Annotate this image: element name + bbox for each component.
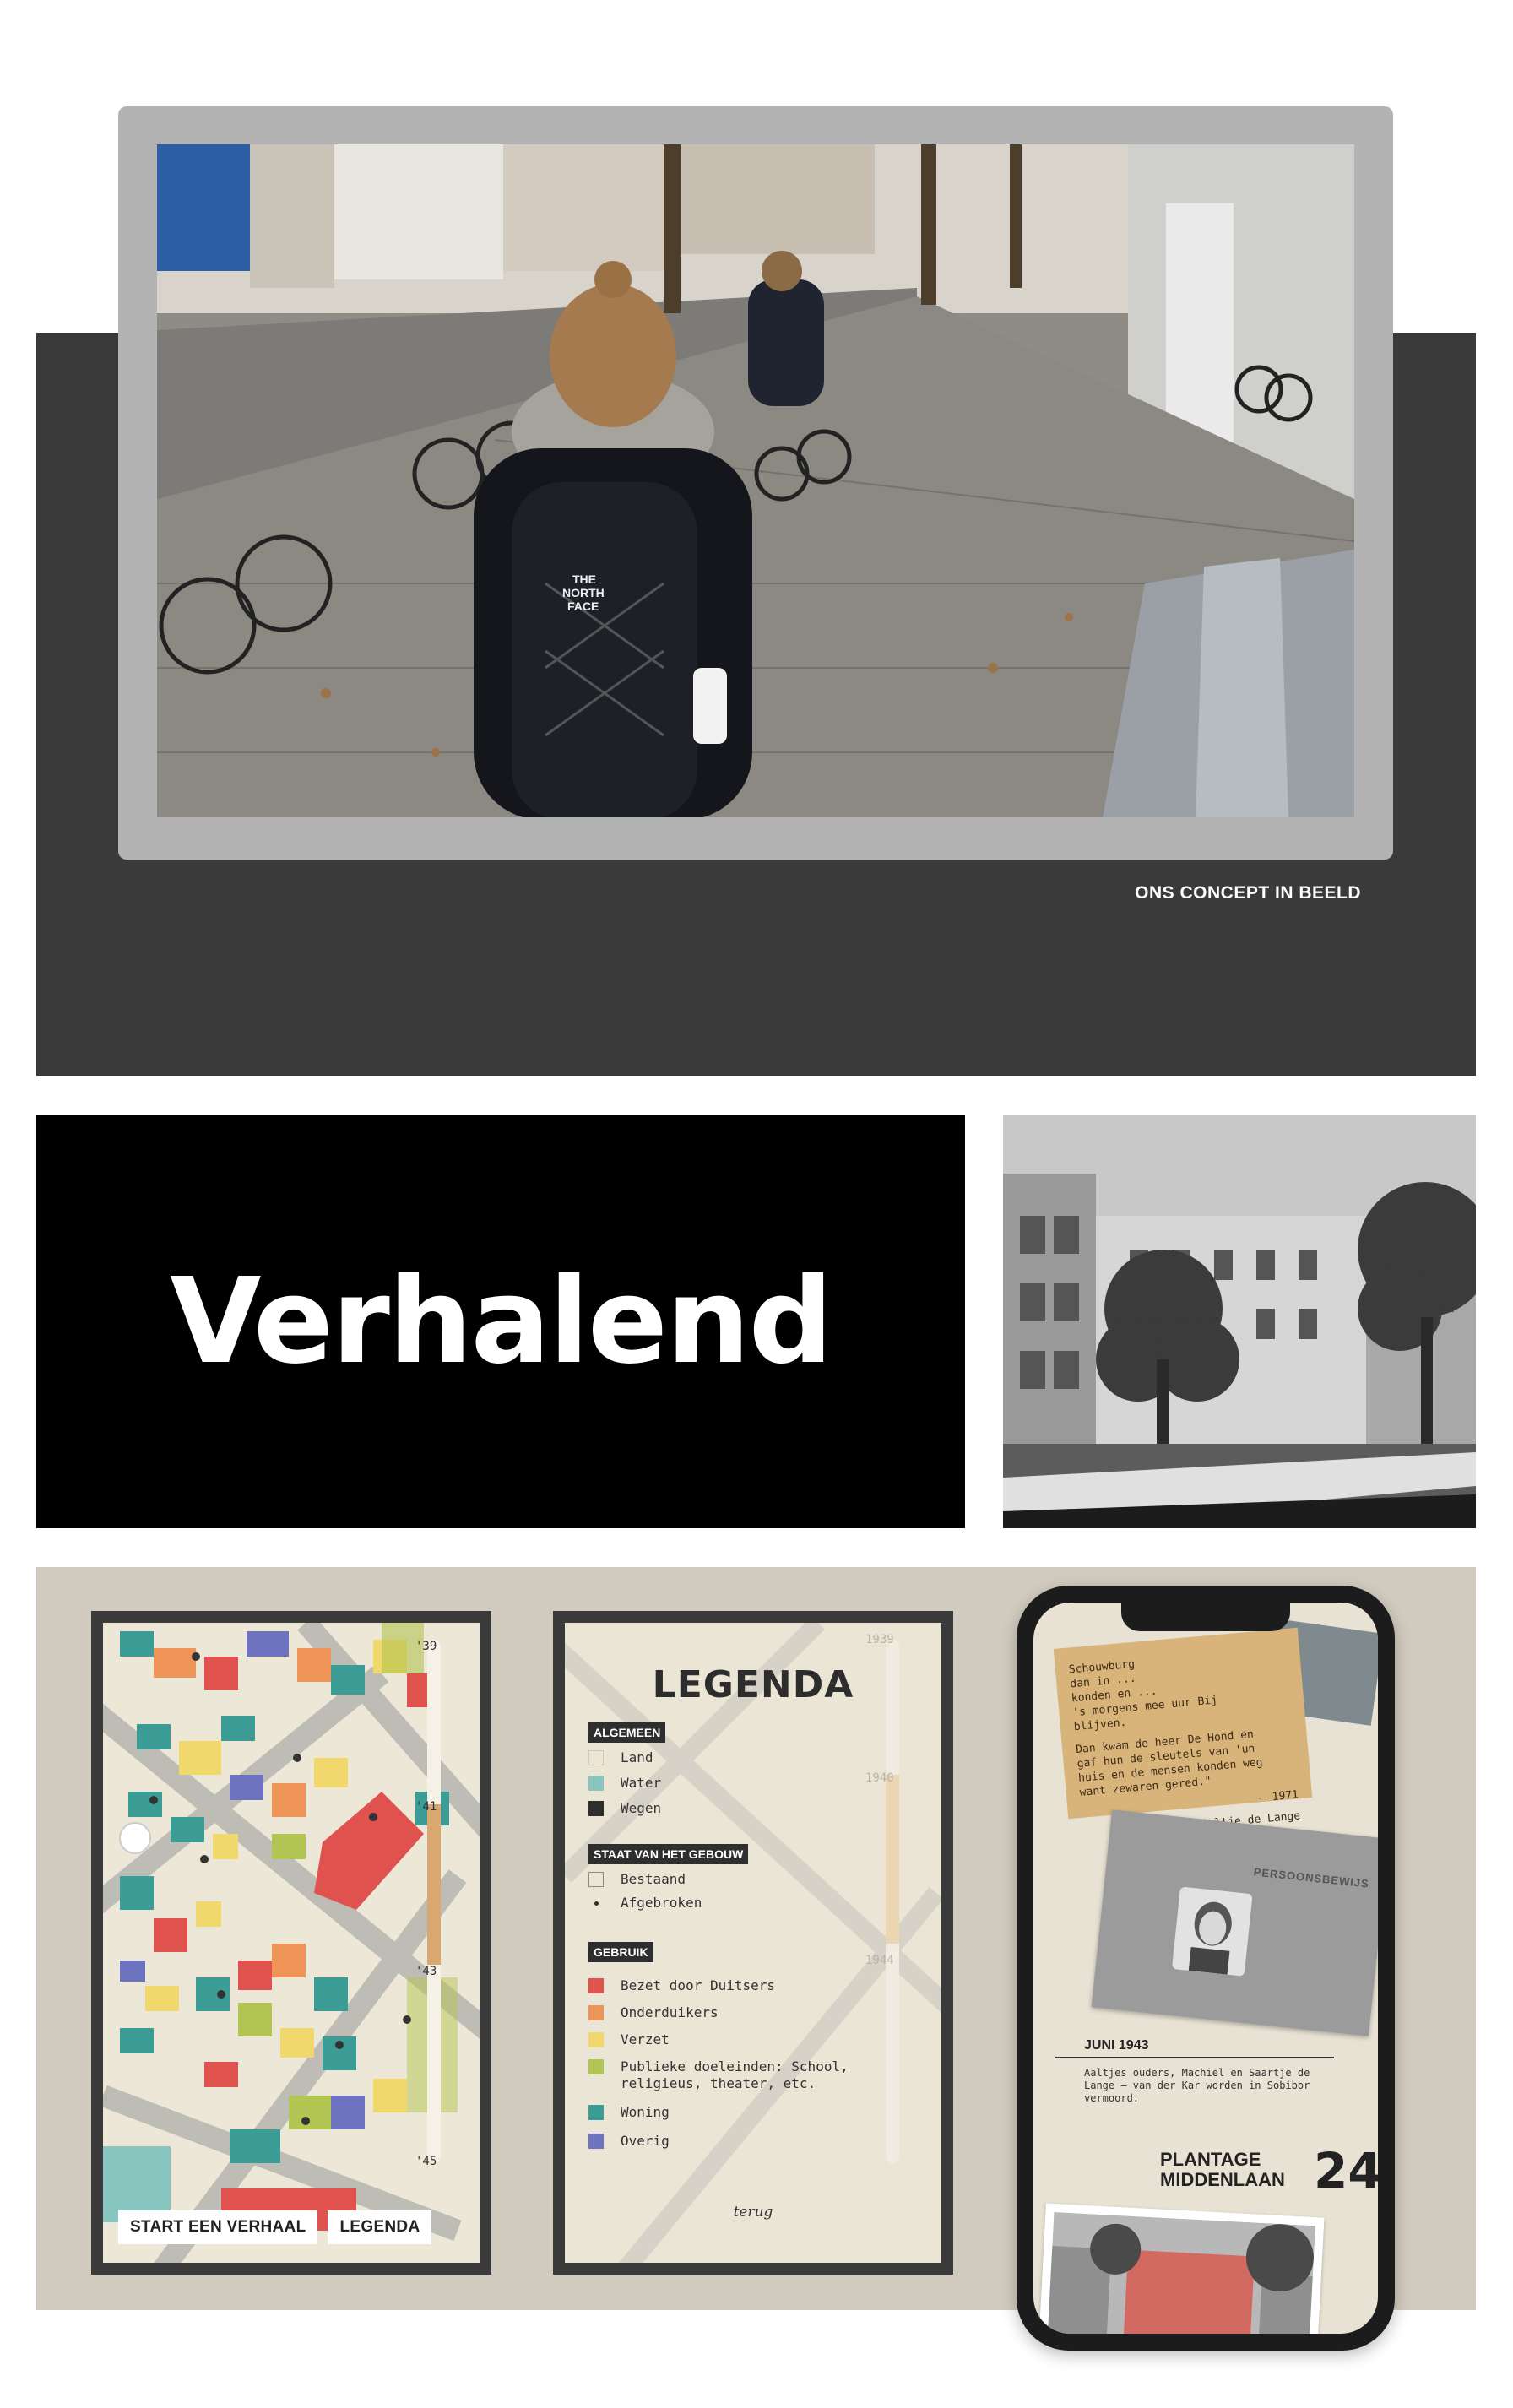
start-story-button[interactable]: START EEN VERHAAL [118,2210,318,2244]
street-scene-illustration: THE NORTH FACE [157,144,1354,817]
legend-item-roads: Wegen [588,1800,661,1817]
legend-title: LEGENDA [652,1663,854,1706]
legend-section-use: GEBRUIK [588,1942,653,1962]
building-photo [1038,2203,1325,2334]
timeline-year-45: '45 [415,2155,437,2168]
legend-screen: 1939 1940 1944 LEGENDA ALGEMEEN Land Wat… [553,1611,953,2275]
timeline-year-41: '41 [415,1800,437,1814]
legend-year-1939: 1939 [865,1633,894,1646]
identity-card: PERSOONSBEWIJS [1091,1809,1378,2036]
legend-item-land: Land [588,1749,653,1766]
story-letter: Schouwburg dan in ... konden en ... 's m… [1053,1627,1313,1830]
phone-notch [1121,1603,1290,1631]
legend-item-hiders: Onderduikers [588,2004,719,2021]
legend-item-housing: Woning [588,2104,670,2121]
concept-caption: ONS CONCEPT IN BEELD [1135,883,1361,903]
legend-section-building-state: STAAT VAN HET GEBOUW [588,1844,749,1864]
svg-text:FACE: FACE [567,599,599,613]
date-divider [1055,2057,1334,2058]
map-view: '39 '41 '43 '45 START EEN VERHAAL LEGEND… [103,1623,480,2263]
street-photo: THE NORTH FACE [157,144,1354,817]
theater-building-illustration [1003,1115,1476,1528]
story-address: PLANTAGE MIDDENLAAN 24 [1160,2142,1378,2199]
map-actions: START EEN VERHAAL LEGENDA [118,2210,432,2244]
back-link[interactable]: terug [565,2204,941,2221]
map-screen: '39 '41 '43 '45 START EEN VERHAAL LEGEND… [91,1611,491,2275]
story-event: Aaltjes ouders, Machiel en Saartje de La… [1084,2067,1310,2104]
phone-story-view: Schouwburg dan in ... konden en ... 's m… [1033,1603,1378,2334]
phone-mockup: Schouwburg dan in ... konden en ... 's m… [1017,1586,1395,2351]
page-title: Verhalend [170,1252,833,1391]
legend-item-water: Water [588,1775,661,1792]
legend-section-general: ALGEMEEN [588,1722,666,1743]
story-date: JUNI 1943 [1084,2038,1149,2053]
legend-item-public: Publieke doeleinden: School, religieus, … [588,2058,874,2092]
legend-item-resistance: Verzet [588,2031,670,2048]
theater-photo [1003,1115,1476,1528]
legend-button[interactable]: LEGENDA [328,2210,432,2244]
legend-year-1944: 1944 [865,1954,894,1967]
timeline-year-43: '43 [415,1965,437,1978]
portrait-photo [1171,1886,1253,1977]
legend-item-demolished: Afgebroken [588,1895,702,1912]
svg-text:NORTH: NORTH [562,586,605,599]
legend-item-other: Overig [588,2133,670,2150]
legend-view: 1939 1940 1944 LEGENDA ALGEMEEN Land Wat… [565,1623,941,2263]
legend-year-1940: 1940 [865,1771,894,1785]
concept-photo-frame: THE NORTH FACE [118,106,1393,860]
app-screens-band: '39 '41 '43 '45 START EEN VERHAAL LEGEND… [36,1567,1476,2351]
timeline-year-39: '39 [415,1640,437,1653]
title-block: Verhalend [36,1115,965,1528]
legend-item-existing: Bestaand [588,1871,686,1888]
svg-text:THE: THE [572,572,596,586]
location-marker-icon [119,1822,151,1854]
legend-item-occupied: Bezet door Duitsers [588,1977,775,1994]
